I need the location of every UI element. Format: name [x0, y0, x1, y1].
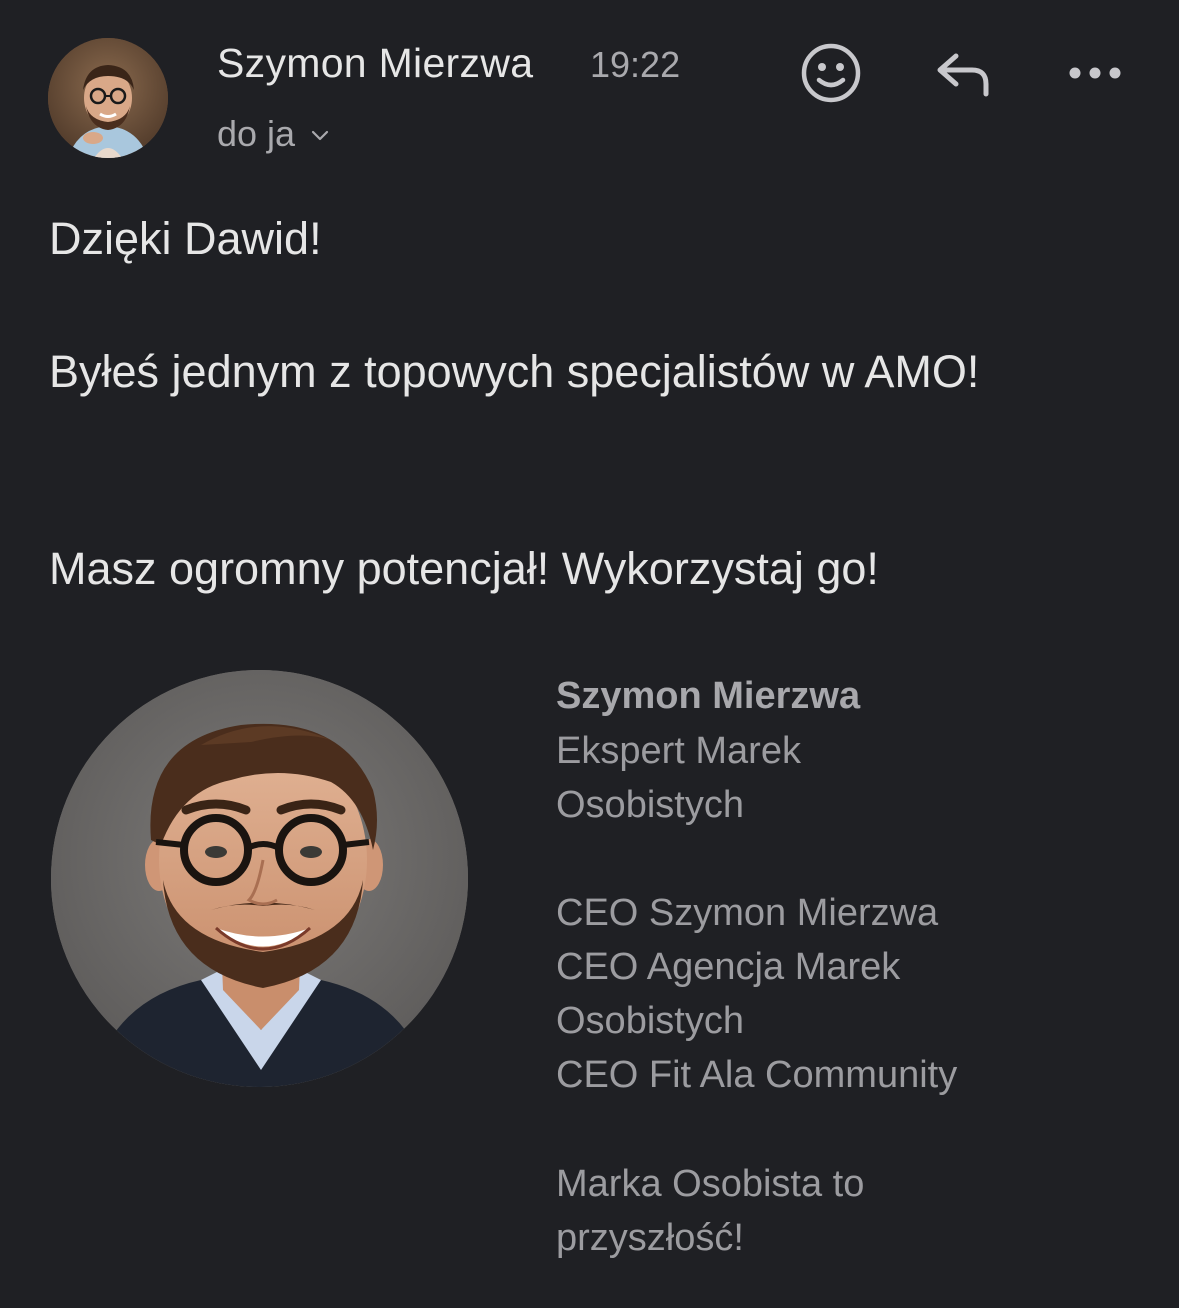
message-time: 19:22: [590, 44, 681, 85]
signature-role-line: CEO Agencja Marek: [556, 946, 901, 988]
signature-motto: Marka Osobista to przyszłość!: [556, 1157, 1156, 1265]
reply-arrow-icon: [932, 42, 994, 109]
message-paragraph: Byłeś jednym z topowych specjalistów w A…: [49, 346, 980, 397]
recipient-label: do ja: [217, 113, 296, 154]
signature-title: Ekspert Marek Osobistych: [556, 724, 1156, 832]
add-reaction-button[interactable]: [796, 40, 866, 110]
signature-roles: CEO Szymon Mierzwa CEO Agencja Marek Oso…: [556, 886, 1156, 1102]
signature-title-line: Ekspert Marek: [556, 730, 801, 772]
signature-name: Szymon Mierzwa: [556, 675, 861, 717]
signature-photo: [51, 670, 468, 1087]
signature-motto-line: przyszłość!: [556, 1217, 744, 1259]
reply-button[interactable]: [928, 40, 998, 110]
signature-role-line: CEO Fit Ala Community: [556, 1054, 958, 1096]
signature-role-line: CEO Szymon Mierzwa: [556, 892, 939, 934]
signature-motto-line: Marka Osobista to: [556, 1163, 865, 1205]
more-options-button[interactable]: [1060, 40, 1130, 110]
signature-title-line: Osobistych: [556, 784, 744, 826]
message-paragraph: Masz ogromny potencjał! Wykorzystaj go!: [49, 543, 879, 594]
email-message-view: Szymon Mierzwa 19:22 do ja Dzięki Dawid!…: [0, 0, 1179, 1308]
more-horizontal-icon: [1064, 63, 1126, 88]
sender-avatar[interactable]: [48, 38, 168, 158]
signature-role-line: Osobistych: [556, 1000, 744, 1042]
chevron-down-icon: [309, 113, 331, 155]
smiley-face-icon: [800, 42, 862, 109]
sender-name[interactable]: Szymon Mierzwa: [217, 40, 533, 87]
message-paragraph: Dzięki Dawid!: [49, 213, 322, 264]
recipient-details-toggle[interactable]: do ja: [217, 113, 331, 155]
